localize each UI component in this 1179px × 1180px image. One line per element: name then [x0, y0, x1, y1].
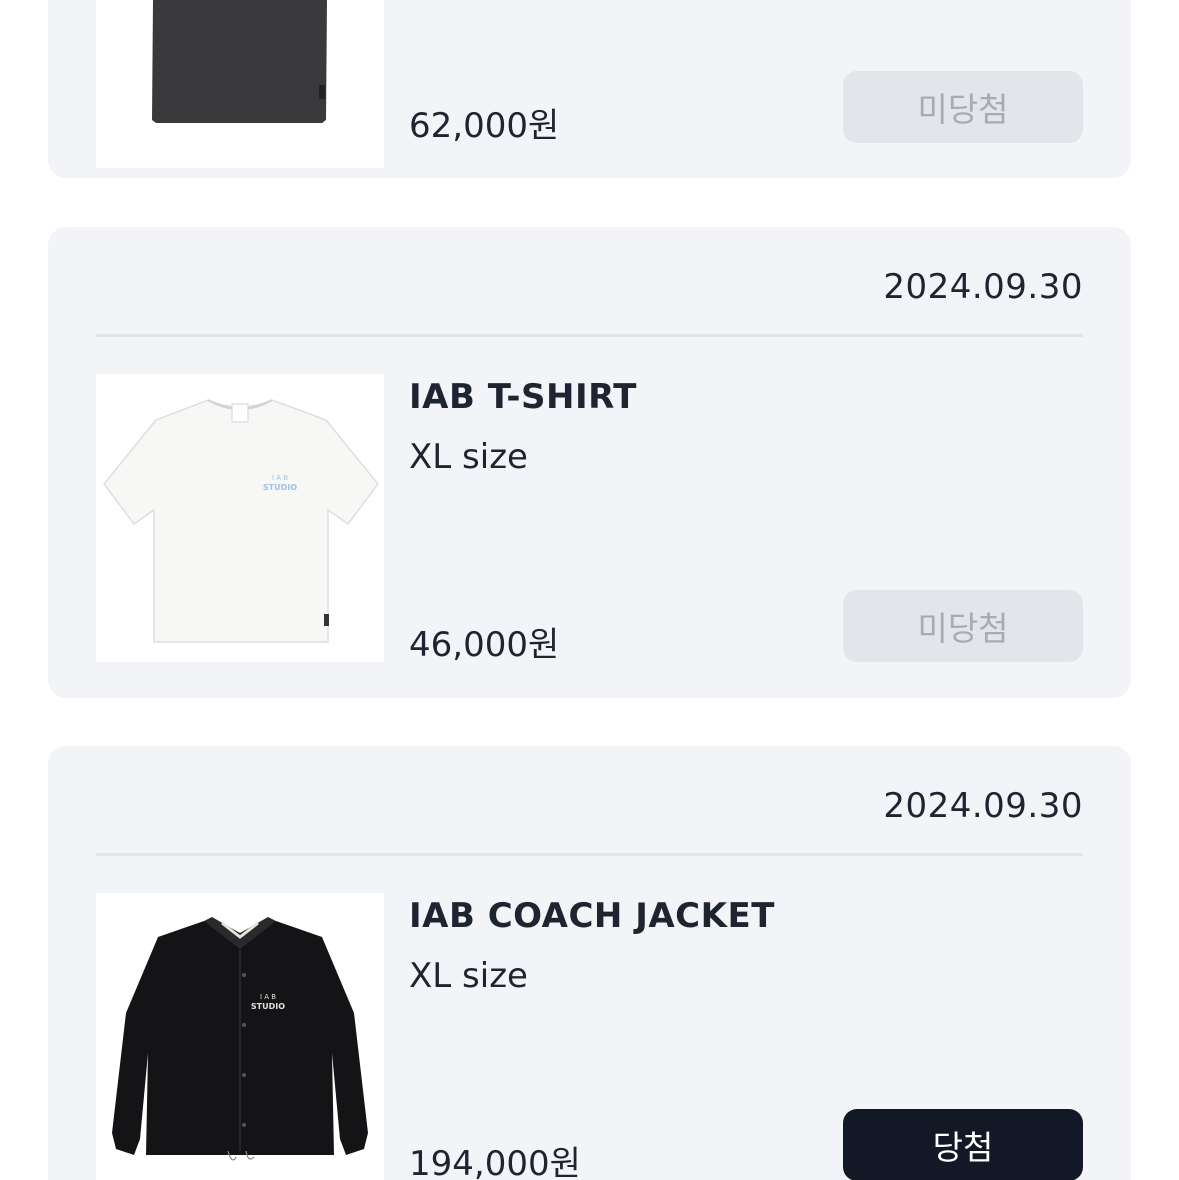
- svg-text:I A B: I A B: [260, 993, 276, 1001]
- order-card: 2024.09.30 I A B STUDIO IAB COACH JACKET…: [48, 746, 1131, 1180]
- order-card: 2024.09.30 I A B STUDIO IAB T-SHIRT XL s…: [48, 227, 1131, 698]
- product-image-dark-tshirt[interactable]: [96, 0, 384, 168]
- order-card: 62,000원 미당첨: [48, 0, 1131, 178]
- tshirt-image: I A B STUDIO: [103, 399, 379, 643]
- order-history-list: 62,000원 미당첨 2024.09.30 I A B STUDIO IAB …: [0, 0, 1179, 1180]
- result-button-not-selected[interactable]: 미당첨: [843, 71, 1083, 143]
- product-size: XL size: [409, 437, 528, 477]
- product-image-white-tshirt[interactable]: I A B STUDIO: [96, 374, 384, 662]
- divider: [96, 334, 1083, 337]
- svg-text:I A B: I A B: [272, 474, 288, 482]
- order-date: 2024.09.30: [883, 786, 1083, 826]
- product-name: IAB COACH JACKET: [409, 896, 775, 936]
- jacket-image: I A B STUDIO: [112, 917, 368, 1161]
- divider: [96, 853, 1083, 856]
- product-price: 194,000원: [409, 1144, 581, 1180]
- svg-text:STUDIO: STUDIO: [263, 483, 297, 492]
- result-button-selected[interactable]: 당첨: [843, 1109, 1083, 1180]
- product-size: XL size: [409, 956, 528, 996]
- order-date: 2024.09.30: [883, 267, 1083, 307]
- product-image-coach-jacket[interactable]: I A B STUDIO: [96, 893, 384, 1180]
- product-price: 62,000원: [409, 106, 560, 146]
- result-button-not-selected[interactable]: 미당첨: [843, 590, 1083, 662]
- product-price: 46,000원: [409, 625, 560, 665]
- svg-text:STUDIO: STUDIO: [251, 1002, 285, 1011]
- product-name: IAB T-SHIRT: [409, 377, 637, 417]
- tshirt-image: [152, 0, 327, 123]
